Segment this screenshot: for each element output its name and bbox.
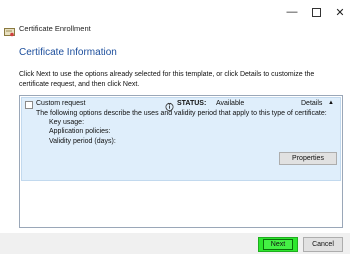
status-label: STATUS: xyxy=(177,100,207,107)
maximize-icon xyxy=(311,7,321,17)
properties-button[interactable]: Properties xyxy=(279,152,337,165)
template-name: Custom request xyxy=(36,100,86,107)
details-toggle[interactable]: Details xyxy=(301,100,322,107)
template-description: The following options describe the uses … xyxy=(36,110,327,117)
minimize-button[interactable]: — xyxy=(280,0,304,24)
app-header: Certificate Enrollment xyxy=(4,21,91,36)
field-key-usage: Key usage: xyxy=(49,119,85,126)
cancel-button[interactable]: Cancel xyxy=(303,237,343,252)
certificate-icon xyxy=(4,24,15,36)
maximize-button[interactable] xyxy=(304,0,328,24)
next-button-label: Next xyxy=(262,239,294,250)
field-application-policies: Application policies: xyxy=(49,128,111,135)
page-title: Certificate Information xyxy=(19,47,117,58)
template-list: Custom request STATUS: Available Details… xyxy=(19,95,343,228)
next-button[interactable]: Next xyxy=(258,237,298,252)
chevron-up-icon[interactable]: ▲ xyxy=(328,100,334,106)
instructions-text: Click Next to use the options already se… xyxy=(19,71,315,88)
close-icon: ✕ xyxy=(335,6,345,19)
certificate-enrollment-window: — ✕ Certificate Enrollment Certificate I… xyxy=(0,0,350,254)
template-item[interactable]: Custom request STATUS: Available Details… xyxy=(21,97,341,181)
window-title: Certificate Enrollment xyxy=(19,23,91,33)
template-checkbox[interactable] xyxy=(25,101,33,109)
status-info-icon xyxy=(165,99,174,111)
field-validity-period: Validity period (days): xyxy=(49,138,116,145)
status-value: Available xyxy=(216,100,245,107)
close-button[interactable]: ✕ xyxy=(328,0,350,24)
minimize-icon: — xyxy=(286,6,298,18)
